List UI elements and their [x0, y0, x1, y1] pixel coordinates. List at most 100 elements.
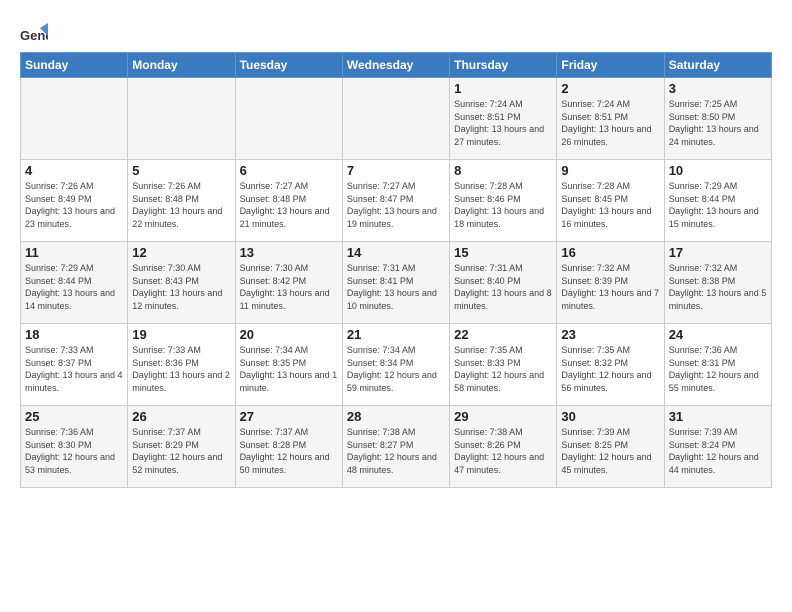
day-info: Sunrise: 7:36 AM Sunset: 8:30 PM Dayligh…	[25, 426, 123, 476]
calendar-cell	[21, 78, 128, 160]
day-number: 2	[561, 81, 659, 96]
calendar-cell: 14 Sunrise: 7:31 AM Sunset: 8:41 PM Dayli…	[342, 242, 449, 324]
header-day-thursday: Thursday	[450, 53, 557, 78]
day-number: 26	[132, 409, 230, 424]
day-number: 22	[454, 327, 552, 342]
day-info: Sunrise: 7:32 AM Sunset: 8:39 PM Dayligh…	[561, 262, 659, 312]
page-container: General SundayMondayTuesdayWednesdayThur…	[0, 0, 792, 498]
day-info: Sunrise: 7:38 AM Sunset: 8:27 PM Dayligh…	[347, 426, 445, 476]
calendar-cell: 27 Sunrise: 7:37 AM Sunset: 8:28 PM Dayli…	[235, 406, 342, 488]
calendar-cell: 28 Sunrise: 7:38 AM Sunset: 8:27 PM Dayli…	[342, 406, 449, 488]
calendar-cell: 6Sunrise: 7:27 AM Sunset: 8:48 PM Daylig…	[235, 160, 342, 242]
calendar-cell: 30 Sunrise: 7:39 AM Sunset: 8:25 PM Dayli…	[557, 406, 664, 488]
calendar-cell	[128, 78, 235, 160]
calendar-cell: 20 Sunrise: 7:34 AM Sunset: 8:35 PM Dayli…	[235, 324, 342, 406]
calendar-cell: 24 Sunrise: 7:36 AM Sunset: 8:31 PM Dayli…	[664, 324, 771, 406]
day-info: Sunrise: 7:28 AM Sunset: 8:45 PM Dayligh…	[561, 180, 659, 230]
day-info: Sunrise: 7:29 AM Sunset: 8:44 PM Dayligh…	[669, 180, 767, 230]
day-number: 6	[240, 163, 338, 178]
calendar-cell: 22 Sunrise: 7:35 AM Sunset: 8:33 PM Dayli…	[450, 324, 557, 406]
day-info: Sunrise: 7:35 AM Sunset: 8:32 PM Dayligh…	[561, 344, 659, 394]
calendar-cell: 13Sunrise: 7:30 AM Sunset: 8:42 PM Dayli…	[235, 242, 342, 324]
calendar-cell: 16 Sunrise: 7:32 AM Sunset: 8:39 PM Dayli…	[557, 242, 664, 324]
calendar-cell: 3 Sunrise: 7:25 AM Sunset: 8:50 PM Daylig…	[664, 78, 771, 160]
day-number: 23	[561, 327, 659, 342]
day-info: Sunrise: 7:30 AM Sunset: 8:42 PM Dayligh…	[240, 262, 338, 312]
day-info: Sunrise: 7:28 AM Sunset: 8:46 PM Dayligh…	[454, 180, 552, 230]
day-info: Sunrise: 7:35 AM Sunset: 8:33 PM Dayligh…	[454, 344, 552, 394]
header-day-tuesday: Tuesday	[235, 53, 342, 78]
day-info: Sunrise: 7:25 AM Sunset: 8:50 PM Dayligh…	[669, 98, 767, 148]
calendar-cell: 23 Sunrise: 7:35 AM Sunset: 8:32 PM Dayli…	[557, 324, 664, 406]
day-info: Sunrise: 7:26 AM Sunset: 8:48 PM Dayligh…	[132, 180, 230, 230]
calendar-cell: 25 Sunrise: 7:36 AM Sunset: 8:30 PM Dayli…	[21, 406, 128, 488]
calendar-cell: 4 Sunrise: 7:26 AM Sunset: 8:49 PM Daylig…	[21, 160, 128, 242]
day-info: Sunrise: 7:34 AM Sunset: 8:35 PM Dayligh…	[240, 344, 338, 394]
day-info: Sunrise: 7:31 AM Sunset: 8:40 PM Dayligh…	[454, 262, 552, 312]
day-info: Sunrise: 7:27 AM Sunset: 8:47 PM Dayligh…	[347, 180, 445, 230]
calendar-table: SundayMondayTuesdayWednesdayThursdayFrid…	[20, 52, 772, 488]
header-day-wednesday: Wednesday	[342, 53, 449, 78]
header-day-saturday: Saturday	[664, 53, 771, 78]
calendar-cell: 7 Sunrise: 7:27 AM Sunset: 8:47 PM Daylig…	[342, 160, 449, 242]
week-row-2: 4 Sunrise: 7:26 AM Sunset: 8:49 PM Daylig…	[21, 160, 772, 242]
calendar-cell: 18 Sunrise: 7:33 AM Sunset: 8:37 PM Dayli…	[21, 324, 128, 406]
calendar-cell: 8 Sunrise: 7:28 AM Sunset: 8:46 PM Daylig…	[450, 160, 557, 242]
day-info: Sunrise: 7:36 AM Sunset: 8:31 PM Dayligh…	[669, 344, 767, 394]
calendar-cell: 1Sunrise: 7:24 AM Sunset: 8:51 PM Daylig…	[450, 78, 557, 160]
day-number: 31	[669, 409, 767, 424]
day-info: Sunrise: 7:34 AM Sunset: 8:34 PM Dayligh…	[347, 344, 445, 394]
day-info: Sunrise: 7:37 AM Sunset: 8:28 PM Dayligh…	[240, 426, 338, 476]
calendar-cell: 19Sunrise: 7:33 AM Sunset: 8:36 PM Dayli…	[128, 324, 235, 406]
day-number: 3	[669, 81, 767, 96]
calendar-cell	[342, 78, 449, 160]
calendar-cell: 21 Sunrise: 7:34 AM Sunset: 8:34 PM Dayli…	[342, 324, 449, 406]
day-number: 18	[25, 327, 123, 342]
calendar-cell: 10 Sunrise: 7:29 AM Sunset: 8:44 PM Dayli…	[664, 160, 771, 242]
day-number: 10	[669, 163, 767, 178]
day-number: 4	[25, 163, 123, 178]
calendar-cell: 17Sunrise: 7:32 AM Sunset: 8:38 PM Dayli…	[664, 242, 771, 324]
day-number: 27	[240, 409, 338, 424]
day-number: 17	[669, 245, 767, 260]
calendar-cell: 26 Sunrise: 7:37 AM Sunset: 8:29 PM Dayli…	[128, 406, 235, 488]
calendar-cell: 31Sunrise: 7:39 AM Sunset: 8:24 PM Dayli…	[664, 406, 771, 488]
calendar-cell: 2Sunrise: 7:24 AM Sunset: 8:51 PM Daylig…	[557, 78, 664, 160]
day-number: 24	[669, 327, 767, 342]
week-row-5: 25 Sunrise: 7:36 AM Sunset: 8:30 PM Dayli…	[21, 406, 772, 488]
day-info: Sunrise: 7:39 AM Sunset: 8:25 PM Dayligh…	[561, 426, 659, 476]
header-day-friday: Friday	[557, 53, 664, 78]
week-row-1: 1Sunrise: 7:24 AM Sunset: 8:51 PM Daylig…	[21, 78, 772, 160]
day-info: Sunrise: 7:38 AM Sunset: 8:26 PM Dayligh…	[454, 426, 552, 476]
day-info: Sunrise: 7:37 AM Sunset: 8:29 PM Dayligh…	[132, 426, 230, 476]
calendar-cell: 12 Sunrise: 7:30 AM Sunset: 8:43 PM Dayli…	[128, 242, 235, 324]
day-number: 5	[132, 163, 230, 178]
day-number: 21	[347, 327, 445, 342]
day-number: 25	[25, 409, 123, 424]
day-info: Sunrise: 7:33 AM Sunset: 8:37 PM Dayligh…	[25, 344, 123, 394]
header-day-sunday: Sunday	[21, 53, 128, 78]
day-info: Sunrise: 7:33 AM Sunset: 8:36 PM Dayligh…	[132, 344, 230, 394]
day-number: 28	[347, 409, 445, 424]
calendar-cell: 5 Sunrise: 7:26 AM Sunset: 8:48 PM Daylig…	[128, 160, 235, 242]
day-number: 29	[454, 409, 552, 424]
day-number: 9	[561, 163, 659, 178]
calendar-cell: 15 Sunrise: 7:31 AM Sunset: 8:40 PM Dayli…	[450, 242, 557, 324]
day-number: 12	[132, 245, 230, 260]
day-number: 8	[454, 163, 552, 178]
day-number: 20	[240, 327, 338, 342]
week-row-4: 18 Sunrise: 7:33 AM Sunset: 8:37 PM Dayli…	[21, 324, 772, 406]
day-info: Sunrise: 7:31 AM Sunset: 8:41 PM Dayligh…	[347, 262, 445, 312]
day-number: 16	[561, 245, 659, 260]
week-row-3: 11Sunrise: 7:29 AM Sunset: 8:44 PM Dayli…	[21, 242, 772, 324]
day-info: Sunrise: 7:30 AM Sunset: 8:43 PM Dayligh…	[132, 262, 230, 312]
day-number: 30	[561, 409, 659, 424]
header-day-monday: Monday	[128, 53, 235, 78]
logo: General	[20, 18, 52, 46]
day-number: 15	[454, 245, 552, 260]
calendar-cell: 29 Sunrise: 7:38 AM Sunset: 8:26 PM Dayli…	[450, 406, 557, 488]
day-number: 14	[347, 245, 445, 260]
day-info: Sunrise: 7:26 AM Sunset: 8:49 PM Dayligh…	[25, 180, 123, 230]
day-number: 7	[347, 163, 445, 178]
calendar-cell: 11Sunrise: 7:29 AM Sunset: 8:44 PM Dayli…	[21, 242, 128, 324]
